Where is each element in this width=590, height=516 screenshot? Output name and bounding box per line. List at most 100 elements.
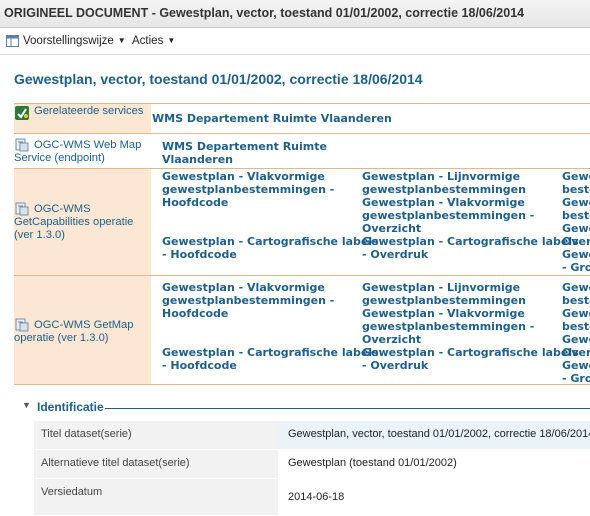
- presentation-menu[interactable]: Voorstellingswijze ▼: [23, 35, 126, 47]
- endpoint-link-line2: Vlaanderen: [162, 153, 234, 166]
- presentation-menu-label: Voorstellingswijze: [23, 35, 114, 47]
- layer-link-line: Gewe: [562, 333, 590, 346]
- layer-link-line: Gewe: [562, 307, 590, 320]
- layer-link[interactable]: Gewestplan - Vlakvormige gewestplanbeste…: [162, 170, 334, 209]
- endpoint-link-line1: WMS Departement Ruimte: [162, 140, 327, 153]
- identification-value-cell: Gewestplan, vector, toestand 01/01/2002,…: [278, 421, 590, 449]
- endpoint-label-cell: OGC-WMS Web Map Service (endpoint): [14, 134, 151, 168]
- layer-link-line: - Overdruk: [362, 359, 429, 372]
- collapse-triangle-icon: ▼: [22, 400, 31, 410]
- layer-link-line: Gewe: [562, 196, 590, 209]
- layout-icon: [6, 35, 19, 47]
- getcapabilities-label-cell: OGC-WMS GetCapabilities operatie (ver 1.…: [14, 169, 151, 275]
- layer-link-line: beste: [562, 183, 590, 196]
- actions-menu-label: Acties: [132, 35, 164, 47]
- chevron-down-icon: ▼: [167, 36, 176, 45]
- identification-value: 2014-06-18: [288, 491, 345, 503]
- identification-section-toggle[interactable]: ▼ Identificatie: [14, 400, 590, 416]
- layer-link-line: Gewestplan - Vlakvormige: [162, 281, 325, 294]
- toolbar: Voorstellingswijze ▼ Acties ▼: [0, 28, 590, 55]
- getmap-label-line2: operatie (ver 1.3.0): [14, 332, 109, 344]
- layer-link-line: Gewestplan - Cartografische labels: [162, 235, 379, 248]
- getmap-label: OGC-WMS GetMap operatie (ver 1.3.0): [14, 319, 133, 345]
- layer-link-truncated[interactable]: Gewe beste Gewe beste Gewe Overz Gewe - …: [562, 281, 590, 385]
- layer-link-line: gewestplanbestemmingen -: [162, 183, 335, 196]
- identification-header: Identificatie: [37, 400, 104, 414]
- layer-link-line: - Hoofdcode: [162, 248, 237, 261]
- layer-link[interactable]: Gewestplan - Cartografische labels - Hoo…: [162, 346, 379, 372]
- layer-link-line: Gewestplan - Cartografische labels: [362, 346, 579, 359]
- identification-value: Gewestplan (toestand 01/01/2002): [288, 457, 457, 469]
- layer-link-line: - Gro: [562, 372, 590, 385]
- layer-link-line: Overz: [562, 346, 590, 359]
- layer-link-line: gewestplanbestemmingen -: [362, 209, 535, 222]
- layer-link-line: Gewestplan - Vlakvormige: [162, 170, 325, 183]
- related-services-row: Gerelateerde services WMS Departement Ru…: [14, 104, 590, 134]
- layer-link[interactable]: Gewestplan - Cartografische labels - Ove…: [362, 346, 579, 372]
- layer-link-line: Gewestplan - Lijnvormige: [362, 170, 521, 183]
- layer-link-line: Gewestplan - Cartografische labels: [162, 346, 379, 359]
- getcapabilities-row: OGC-WMS GetCapabilities operatie (ver 1.…: [14, 169, 590, 276]
- page-title: Gewestplan, vector, toestand 01/01/2002,…: [14, 71, 423, 87]
- related-services-icon: [15, 106, 29, 120]
- layer-link-line: - Gro: [562, 261, 590, 274]
- layer-link[interactable]: Gewestplan - Cartografische labels - Ove…: [362, 235, 579, 261]
- endpoint-label-line2: Service (endpoint): [14, 152, 105, 164]
- identification-key-cell: Alternatieve titel dataset(serie): [34, 450, 278, 478]
- getmap-label-cell: OGC-WMS GetMap operatie (ver 1.3.0): [14, 276, 151, 384]
- identification-key: Alternatieve titel dataset(serie): [41, 457, 190, 469]
- identification-value-cell: 2014-06-18: [278, 479, 590, 515]
- endpoint-link[interactable]: WMS Departement Ruimte Vlaanderen: [162, 140, 327, 166]
- related-service-link[interactable]: WMS Departement Ruimte Vlaanderen: [152, 112, 392, 125]
- layer-link-line: - Overdruk: [362, 248, 429, 261]
- layer-link[interactable]: Gewestplan - Lijnvormige gewestplanbeste…: [362, 281, 534, 346]
- layer-link-line: Overzicht: [362, 333, 422, 346]
- layer-link[interactable]: Gewestplan - Cartografische labels - Hoo…: [162, 235, 379, 261]
- identification-row-version-date: Versiedatum 2014-06-18: [34, 479, 590, 515]
- layer-link-line: beste: [562, 320, 590, 333]
- identification-row-title: Titel dataset(serie) Gewestplan, vector,…: [34, 421, 590, 449]
- layer-link-line: Gewestplan - Cartografische labels: [362, 235, 579, 248]
- related-services-label-cell: Gerelateerde services: [14, 104, 151, 133]
- endpoint-row: OGC-WMS Web Map Service (endpoint) WMS D…: [14, 134, 590, 169]
- getmap-row: OGC-WMS GetMap operatie (ver 1.3.0) Gewe…: [14, 276, 590, 385]
- identification-key: Versiedatum: [41, 486, 103, 498]
- section-divider: [105, 408, 590, 409]
- layer-link-line: Overzicht: [362, 222, 422, 235]
- layer-link-line: gewestplanbestemmingen: [362, 183, 526, 196]
- endpoint-value-cell: WMS Departement Ruimte Vlaanderen: [151, 134, 590, 168]
- layer-link-line: Gewestplan - Vlakvormige: [362, 196, 525, 209]
- window-titlebar: ORIGINEEL DOCUMENT - Gewestplan, vector,…: [0, 0, 590, 28]
- ogc-services-table: Gerelateerde services WMS Departement Ru…: [14, 103, 590, 385]
- endpoint-label: OGC-WMS Web Map Service (endpoint): [14, 139, 141, 165]
- layer-link-line: Gewe: [562, 359, 590, 372]
- window-title: ORIGINEEL DOCUMENT - Gewestplan, vector,…: [4, 6, 525, 20]
- layer-link-line: Gewe: [562, 248, 590, 261]
- layer-link-line: Gewe: [562, 170, 590, 183]
- getmap-label-line1: OGC-WMS GetMap: [34, 319, 134, 331]
- actions-menu[interactable]: Acties ▼: [132, 35, 175, 47]
- layer-link[interactable]: Gewestplan - Vlakvormige gewestplanbeste…: [162, 281, 334, 320]
- layer-link-line: beste: [562, 294, 590, 307]
- related-services-label: Gerelateerde services: [34, 105, 144, 117]
- identification-key-cell: Versiedatum: [34, 479, 278, 515]
- getcapabilities-label-line1: OGC-WMS: [34, 203, 91, 215]
- getcapabilities-label: OGC-WMS GetCapabilities operatie (ver 1.…: [14, 203, 133, 242]
- layer-link-line: gewestplanbestemmingen: [362, 294, 526, 307]
- endpoint-label-line1: OGC-WMS Web Map: [34, 139, 142, 151]
- getcapabilities-value-cell: Gewestplan - Vlakvormige gewestplanbeste…: [151, 169, 590, 275]
- getmap-value-cell: Gewestplan - Vlakvormige gewestplanbeste…: [151, 276, 590, 385]
- related-services-value-cell: WMS Departement Ruimte Vlaanderen: [151, 104, 590, 133]
- layer-link[interactable]: Gewestplan - Lijnvormige gewestplanbeste…: [362, 170, 534, 235]
- layer-link-line: gewestplanbestemmingen -: [362, 320, 535, 333]
- identification-value: Gewestplan, vector, toestand 01/01/2002,…: [288, 428, 590, 440]
- layer-link-line: beste: [562, 209, 590, 222]
- layer-link-line: Hoofdcode: [162, 196, 229, 209]
- getcapabilities-label-line2: GetCapabilities operatie: [14, 216, 134, 228]
- identification-row-alt-title: Alternatieve titel dataset(serie) Gewest…: [34, 450, 590, 478]
- layer-link-line: Gewe: [562, 222, 590, 235]
- layer-link-truncated[interactable]: Gewe beste Gewe beste Gewe Overz Gewe - …: [562, 170, 590, 274]
- layer-link-line: Gewe: [562, 281, 590, 294]
- layer-link-line: Hoofdcode: [162, 307, 229, 320]
- layer-link-line: Gewestplan - Vlakvormige: [362, 307, 525, 320]
